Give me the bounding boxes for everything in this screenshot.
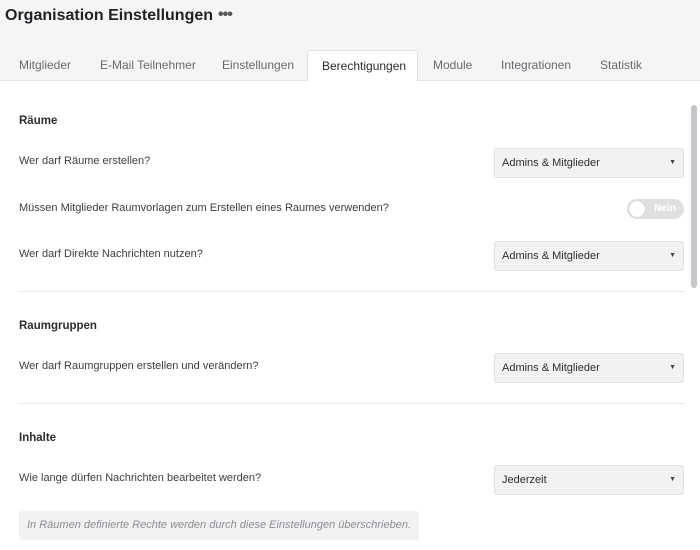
tab-bar: Mitglieder E-Mail Teilnehmer Einstellung… [0, 50, 700, 82]
permissions-panel: Räume Wer darf Räume erstellen? Admins &… [0, 81, 700, 550]
chevron-down-icon: ▼ [669, 159, 676, 166]
tab-email-teilnehmer[interactable]: E-Mail Teilnehmer [86, 50, 210, 81]
toggle-label: Nein [654, 203, 676, 214]
tab-einstellungen[interactable]: Einstellungen [208, 50, 308, 81]
create-rooms-select[interactable]: Admins & Mitglieder ▼ [494, 148, 684, 178]
message-edit-label: Wie lange dürfen Nachrichten bearbeitet … [19, 472, 262, 484]
tab-mitglieder[interactable]: Mitglieder [5, 50, 85, 81]
room-templates-label: Müssen Mitglieder Raumvorlagen zum Erste… [19, 202, 389, 214]
section-title-inhalte: Inhalte [19, 432, 57, 444]
override-note: In Räumen definierte Rechte werden durch… [19, 511, 420, 540]
room-templates-toggle[interactable]: Nein [627, 199, 684, 219]
direct-messages-select[interactable]: Admins & Mitglieder ▼ [494, 241, 684, 271]
section-divider [19, 403, 684, 404]
tab-berechtigungen[interactable]: Berechtigungen [307, 50, 418, 82]
scrollbar-thumb[interactable] [691, 105, 697, 288]
section-title-raeume: Räume [19, 115, 58, 127]
tab-statistik[interactable]: Statistik [586, 50, 656, 81]
chevron-down-icon: ▼ [669, 252, 676, 259]
direct-messages-label: Wer darf Direkte Nachrichten nutzen? [19, 248, 203, 260]
create-rooms-select-value: Admins & Mitglieder [502, 157, 600, 169]
more-horizontal-icon[interactable]: ••• [218, 6, 233, 24]
room-groups-label: Wer darf Raumgruppen erstellen und verän… [19, 360, 259, 372]
tab-module[interactable]: Module [419, 50, 486, 81]
page-header: Organisation Einstellungen ••• Mitgliede… [0, 0, 700, 82]
direct-messages-select-value: Admins & Mitglieder [502, 250, 600, 262]
page-title: Organisation Einstellungen [5, 7, 214, 24]
tab-integrationen[interactable]: Integrationen [487, 50, 585, 81]
create-rooms-label: Wer darf Räume erstellen? [19, 155, 151, 167]
message-edit-select-value: Jederzeit [502, 474, 547, 486]
section-title-raumgruppen: Raumgruppen [19, 320, 97, 332]
chevron-down-icon: ▼ [669, 364, 676, 371]
toggle-knob [629, 201, 645, 217]
room-groups-select-value: Admins & Mitglieder [502, 362, 600, 374]
section-divider [19, 291, 684, 292]
room-groups-select[interactable]: Admins & Mitglieder ▼ [494, 353, 684, 383]
chevron-down-icon: ▼ [669, 476, 676, 483]
message-edit-select[interactable]: Jederzeit ▼ [494, 465, 684, 495]
